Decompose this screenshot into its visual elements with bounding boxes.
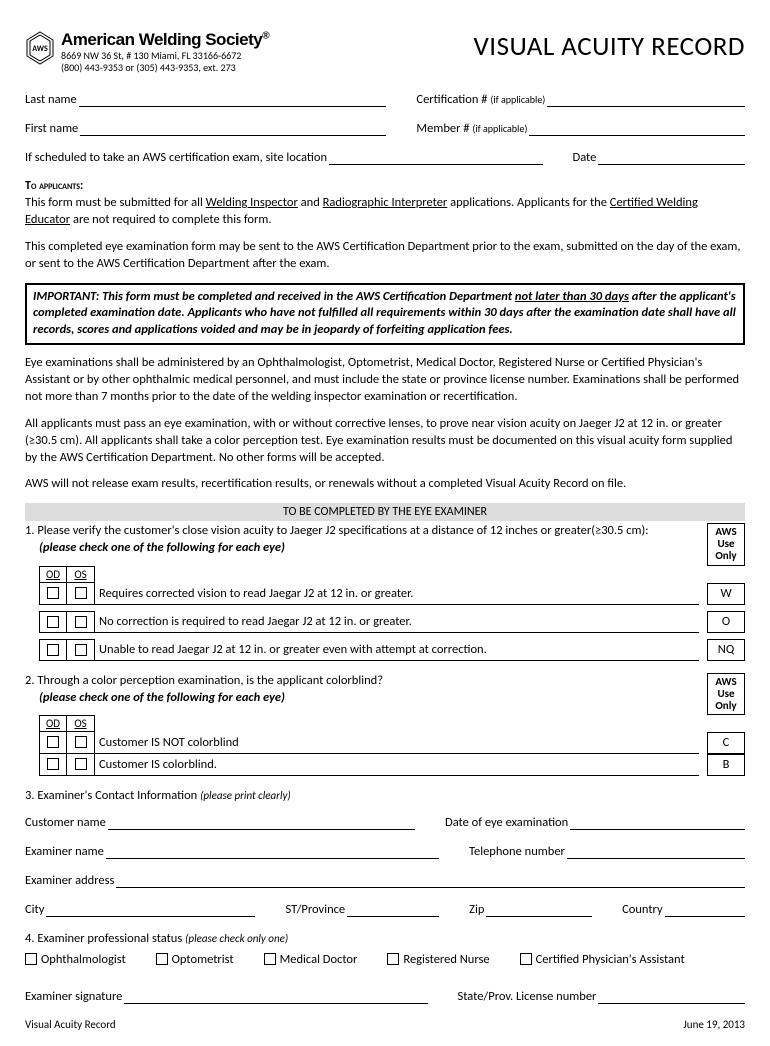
status-optometrist[interactable]: Optometrist	[156, 952, 234, 967]
q1-opt3-label: Unable to read Jaegar J2 at 12 in. or gr…	[95, 639, 699, 661]
q1-opt1-os[interactable]	[67, 583, 95, 605]
q2-opt2-od[interactable]	[39, 754, 67, 776]
q1-opt1-od[interactable]	[39, 583, 67, 605]
license-number-field[interactable]: State/Prov. License number	[458, 989, 746, 1004]
svg-text:AWS: AWS	[32, 44, 48, 54]
od-header: OD	[39, 566, 67, 583]
telephone-field[interactable]: Telephone number	[469, 844, 745, 859]
q1-opt3-os[interactable]	[67, 639, 95, 661]
question-2: 2. Through a color perception examinatio…	[25, 673, 699, 688]
q1-code2: O	[707, 611, 745, 633]
first-name-field[interactable]: First name	[25, 121, 386, 136]
q2-opt2-label: Customer IS colorblind.	[95, 754, 699, 776]
q2-code1: C	[707, 732, 745, 754]
applicants-p1: This form must be submitted for all Weld…	[25, 195, 745, 229]
aws-use-only-box-2: AWS Use Only	[707, 673, 745, 715]
site-location-field[interactable]: If scheduled to take an AWS certificatio…	[25, 150, 543, 165]
page-title: VISUAL ACUITY RECORD	[473, 30, 745, 63]
examiner-header: TO BE COMPLETED BY THE EYE EXAMINER	[25, 503, 745, 521]
status-ophthalmologist[interactable]: Ophthalmologist	[25, 952, 126, 967]
exam-date-field[interactable]: Date of eye examination	[445, 815, 745, 830]
q1-opt2-label: No correction is required to read Jaegar…	[95, 611, 699, 633]
header: AWS American Welding Society® 8669 NW 36…	[25, 30, 745, 74]
examiner-address-field[interactable]: Examiner address	[25, 873, 745, 888]
status-medical-doctor[interactable]: Medical Doctor	[264, 952, 358, 967]
org-address-2: (800) 443-9353 or (305) 443-9353, ext. 2…	[61, 62, 269, 74]
examiner-name-field[interactable]: Examiner name	[25, 844, 439, 859]
country-field[interactable]: Country	[622, 902, 745, 917]
city-field[interactable]: City	[25, 902, 255, 917]
os-header-2: OS	[67, 715, 95, 732]
aws-logo-icon: AWS	[25, 30, 55, 66]
section-3-title: 3. Examiner's Contact Information (pleas…	[25, 788, 745, 803]
question-2-instr: (please check one of the following for e…	[39, 690, 699, 705]
important-notice: IMPORTANT: This form must be completed a…	[25, 283, 745, 346]
footer-left: Visual Acuity Record	[25, 1018, 116, 1031]
logo-block: AWS American Welding Society® 8669 NW 36…	[25, 30, 473, 74]
q2-code2: B	[707, 754, 745, 776]
status-row: Ophthalmologist Optometrist Medical Doct…	[25, 952, 745, 967]
body-p3: Eye examinations shall be administered b…	[25, 355, 745, 406]
footer-right: June 19, 2013	[683, 1018, 745, 1031]
q1-opt3-od[interactable]	[39, 639, 67, 661]
date-field[interactable]: Date	[573, 150, 746, 165]
last-name-field[interactable]: Last name	[25, 92, 386, 107]
section-4-title: 4. Examiner professional status (please …	[25, 931, 745, 946]
body-p4: All applicants must pass an eye examinat…	[25, 416, 745, 467]
applicants-p2: This completed eye examination form may …	[25, 239, 745, 273]
zip-field[interactable]: Zip	[469, 902, 592, 917]
body-p5: AWS will not release exam results, recer…	[25, 476, 745, 493]
q1-table: OD OS Requires corrected vision to read …	[39, 566, 745, 661]
q2-opt1-label: Customer IS NOT colorblind	[95, 732, 699, 754]
question-1: 1. Please verify the customer's close vi…	[25, 523, 699, 538]
q1-code3: NQ	[707, 639, 745, 661]
q1-code1: W	[707, 583, 745, 605]
applicants-heading: To applicants:	[25, 179, 745, 193]
q2-opt2-os[interactable]	[67, 754, 95, 776]
certification-field[interactable]: Certification # (if applicable)	[416, 92, 745, 107]
status-physicians-assistant[interactable]: Certified Physician's Assistant	[520, 952, 685, 967]
q2-opt1-os[interactable]	[67, 732, 95, 754]
od-header-2: OD	[39, 715, 67, 732]
q1-opt2-os[interactable]	[67, 611, 95, 633]
status-registered-nurse[interactable]: Registered Nurse	[387, 952, 489, 967]
os-header: OS	[67, 566, 95, 583]
org-name: American Welding Society®	[61, 30, 269, 50]
question-1-instr: (please check one of the following for e…	[39, 540, 699, 555]
q2-opt1-od[interactable]	[39, 732, 67, 754]
q1-opt2-od[interactable]	[39, 611, 67, 633]
st-province-field[interactable]: ST/Province	[285, 902, 439, 917]
footer: Visual Acuity Record June 19, 2013	[25, 1018, 745, 1031]
q1-opt1-label: Requires corrected vision to read Jaegar…	[95, 583, 699, 605]
examiner-signature-field[interactable]: Examiner signature	[25, 989, 428, 1004]
q2-table: OD OS Customer IS NOT colorblind C Custo…	[39, 715, 745, 776]
customer-name-field[interactable]: Customer name	[25, 815, 415, 830]
member-field[interactable]: Member # (if applicable)	[416, 121, 745, 136]
aws-use-only-box: AWS Use Only	[707, 523, 745, 565]
